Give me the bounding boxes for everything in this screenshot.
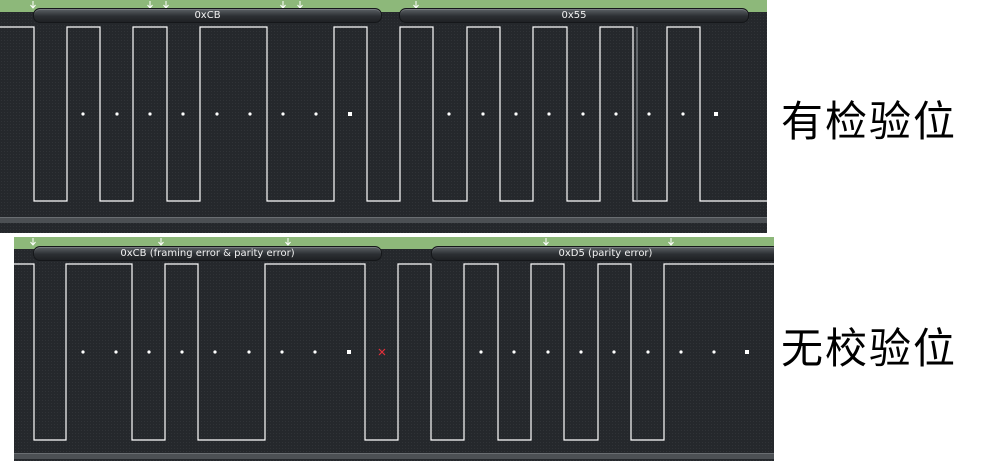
stop-bit-square-icon <box>347 350 351 354</box>
stop-bit-square-icon <box>348 112 352 116</box>
sample-dot-icon <box>712 350 716 354</box>
sample-dot-icon <box>213 350 217 354</box>
sample-dot-icon <box>679 350 683 354</box>
stop-bit-square-icon <box>714 112 718 116</box>
sample-dot-icon <box>181 112 185 116</box>
decode-bubble[interactable]: 0x55 <box>399 8 749 23</box>
sample-dot-icon <box>614 112 618 116</box>
decode-bubble[interactable]: 0xD5 (parity error) <box>431 246 774 261</box>
sample-dot-icon <box>247 350 251 354</box>
sample-dot-icon <box>447 112 451 116</box>
sample-dot-icon <box>148 112 152 116</box>
decode-bubble[interactable]: 0xCB (framing error & parity error) <box>33 246 382 261</box>
decode-bubble[interactable]: 0xCB <box>33 8 382 23</box>
sample-dot-icon <box>248 112 252 116</box>
waveform-panel-with-parity: 0xCB 0x55 <box>0 0 767 233</box>
scroll-band <box>14 453 774 459</box>
signal-trace <box>0 26 767 202</box>
sample-dot-icon <box>280 350 284 354</box>
sample-dot-icon <box>81 112 85 116</box>
sample-dot-icon <box>180 350 184 354</box>
without-parity-label: 无校验位 <box>781 324 958 373</box>
sample-dot-icon <box>546 350 550 354</box>
stop-bit-square-icon <box>745 350 749 354</box>
sample-dot-icon <box>579 350 583 354</box>
sample-dot-icon <box>547 112 551 116</box>
sample-dot-icon <box>281 112 285 116</box>
digital-waveform-top <box>0 1 767 202</box>
sample-dot-icon <box>115 112 119 116</box>
waveform-panel-without-parity: 0xCB (framing error & parity error) 0xD5… <box>14 237 774 461</box>
error-cross-icon <box>378 348 386 356</box>
sample-dot-icon <box>114 350 118 354</box>
sample-dot-icon <box>81 350 85 354</box>
signal-trace <box>14 263 774 441</box>
decode-label: 0xCB <box>194 10 221 21</box>
sample-dot-icon <box>313 350 317 354</box>
sample-dot-icon <box>581 112 585 116</box>
decode-label: 0xD5 (parity error) <box>558 248 653 259</box>
sample-dot-icon <box>612 350 616 354</box>
decode-label: 0xCB (framing error & parity error) <box>120 248 295 259</box>
scroll-band <box>0 217 767 223</box>
decode-label: 0x55 <box>561 10 587 21</box>
sample-dot-icon <box>681 112 685 116</box>
sample-dot-icon <box>481 112 485 116</box>
sample-dot-icon <box>479 350 483 354</box>
digital-waveform-bottom <box>14 238 774 441</box>
sample-dot-icon <box>314 112 318 116</box>
sample-dot-icon <box>647 112 651 116</box>
sample-dot-icon <box>512 350 516 354</box>
sample-dot-icon <box>147 350 151 354</box>
sample-dot-icon <box>646 350 650 354</box>
sample-dot-icon <box>514 112 518 116</box>
with-parity-label: 有检验位 <box>781 97 958 146</box>
sample-dot-icon <box>215 112 219 116</box>
